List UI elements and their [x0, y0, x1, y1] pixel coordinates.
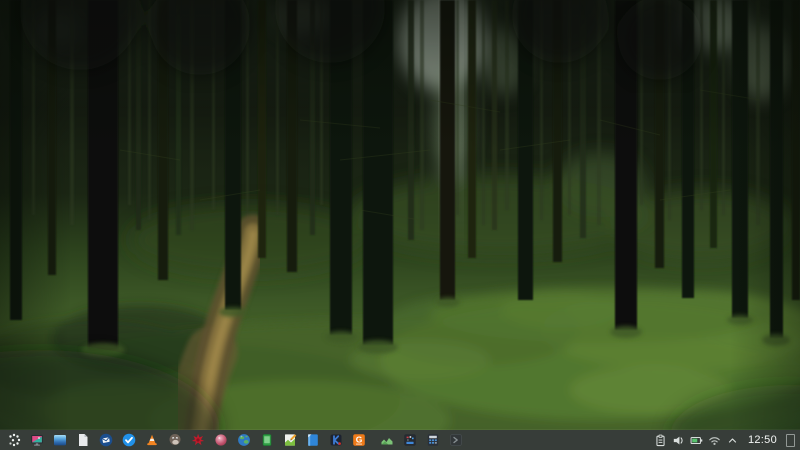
wallpaper-art [0, 0, 800, 430]
battery-icon [690, 436, 703, 444]
vlc-icon [146, 434, 157, 446]
task-todo[interactable] [119, 430, 139, 450]
dolphin-file-manager-icon [53, 435, 66, 446]
desktop[interactable]: G 12:50 [0, 0, 800, 450]
globe-browser-icon [237, 434, 250, 446]
task-gimp[interactable] [165, 430, 185, 450]
tray-clipboard[interactable] [652, 431, 669, 449]
task-web-browser[interactable] [234, 430, 254, 450]
task-file-manager[interactable] [50, 430, 70, 450]
konsole-icon [450, 434, 462, 446]
task-display-settings[interactable] [27, 430, 47, 450]
show-desktop-button[interactable] [786, 433, 795, 447]
image-editor-pencil-icon [284, 434, 296, 446]
task-system-monitor[interactable] [377, 430, 397, 450]
task-vlc[interactable] [142, 430, 162, 450]
task-mail[interactable] [96, 430, 116, 450]
pink-orb-icon [214, 434, 227, 446]
kdeconnect-phone-icon [262, 434, 271, 446]
task-image-editor[interactable] [280, 430, 300, 450]
wifi-icon [709, 436, 720, 445]
task-kdeconnect[interactable] [257, 430, 277, 450]
forest-path-wallpaper [0, 0, 800, 430]
g-app-icon: G [352, 434, 365, 446]
clipboard-icon [656, 434, 665, 446]
task-k-app[interactable] [326, 430, 346, 450]
task-pixel-app[interactable] [400, 430, 420, 450]
volume-icon [673, 436, 683, 444]
text-document-icon [78, 434, 87, 446]
system-monitor-icon [381, 438, 393, 445]
task-paint-app[interactable] [188, 430, 208, 450]
display-settings-icon [30, 435, 43, 446]
task-calculator[interactable] [423, 430, 443, 450]
thunderbird-mail-icon [99, 433, 112, 447]
red-splatter-icon [191, 433, 204, 446]
calculator-icon [427, 434, 439, 446]
tray-expand[interactable] [724, 431, 741, 449]
taskbar-panel: G 12:50 [0, 430, 800, 450]
system-tray: 12:50 [652, 431, 798, 449]
app-launcher-button[interactable] [4, 430, 24, 450]
task-terminal[interactable] [446, 430, 466, 450]
gimp-icon [169, 434, 180, 445]
task-text-editor[interactable] [73, 430, 93, 450]
digital-clock[interactable]: 12:50 [748, 434, 777, 446]
svg-text:G: G [355, 435, 362, 445]
caret-up-icon [728, 437, 737, 443]
k-app-icon [330, 434, 341, 446]
tray-volume[interactable] [670, 431, 687, 449]
kde-neon-launcher-icon [8, 433, 20, 447]
task-media-app[interactable] [211, 430, 231, 450]
pixel-app-icon [404, 434, 416, 446]
task-notes[interactable] [303, 430, 323, 450]
blue-notes-icon [307, 434, 318, 446]
todo-check-icon [122, 433, 135, 447]
tray-battery[interactable] [688, 431, 705, 449]
task-g-app[interactable]: G [349, 430, 369, 450]
tray-network[interactable] [706, 431, 723, 449]
